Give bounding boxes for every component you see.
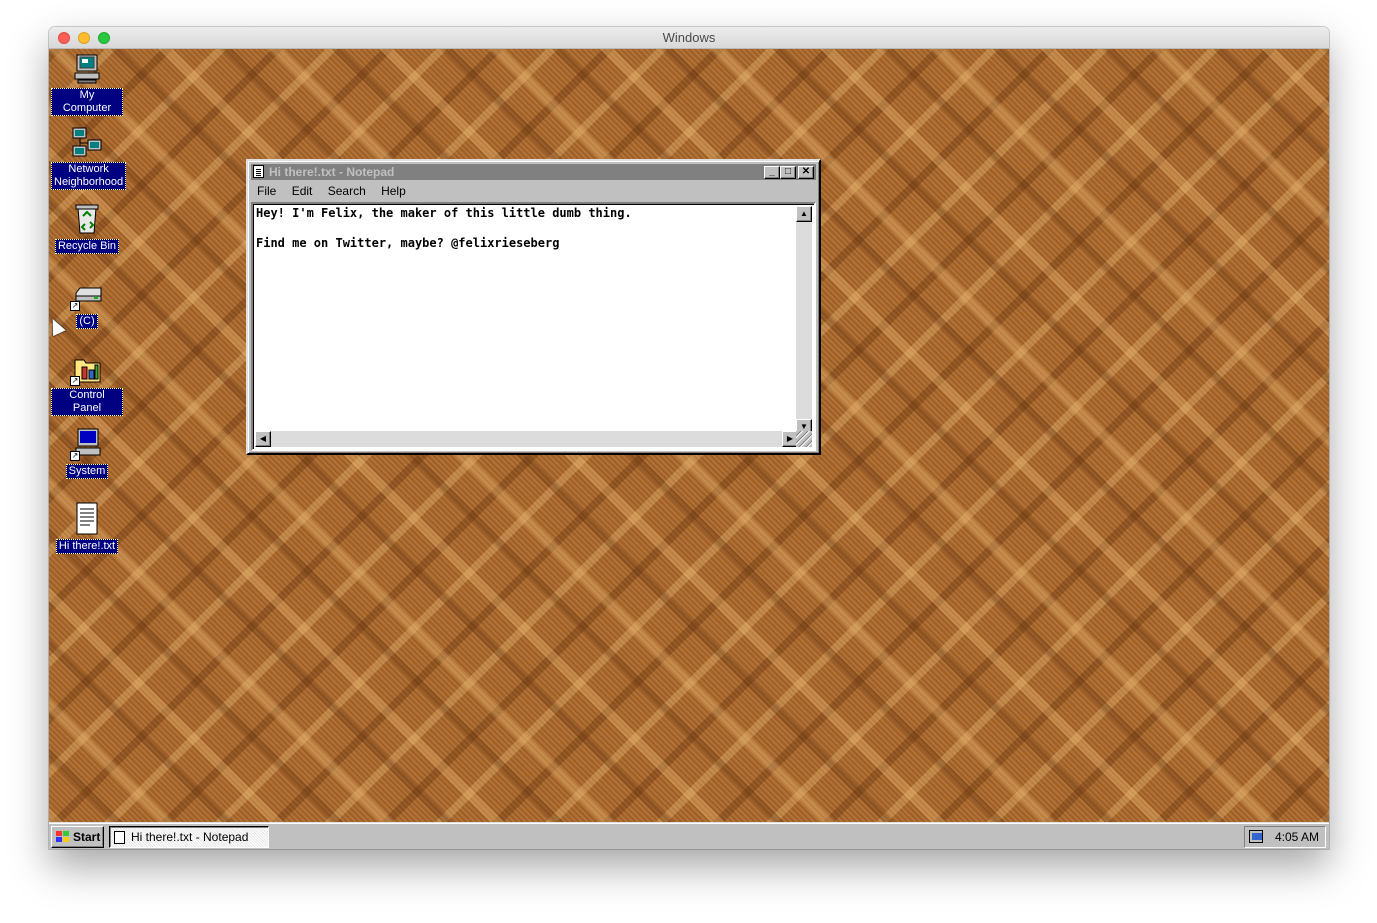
text-file-icon	[70, 502, 104, 536]
menu-help[interactable]: Help	[375, 182, 412, 200]
desktop-icon-my-computer[interactable]: My Computer	[51, 52, 123, 116]
control-panel-icon: ↗	[70, 352, 104, 386]
computer-icon	[70, 52, 104, 86]
taskbar-button-label: Hi there!.txt - Notepad	[131, 830, 249, 844]
notepad-title: Hi there!.txt - Notepad	[269, 165, 395, 179]
notepad-icon	[114, 831, 125, 844]
notepad-text-area[interactable]: Hey! I'm Felix, the maker of this little…	[251, 202, 816, 451]
notepad-content[interactable]: Hey! I'm Felix, the maker of this little…	[256, 206, 796, 251]
maximize-icon[interactable]	[98, 32, 110, 44]
start-label: Start	[73, 830, 101, 844]
minimize-button[interactable]: _	[764, 166, 780, 179]
horizontal-scrollbar[interactable]: ◀ ▶	[255, 431, 798, 447]
content-line-3: Find me on Twitter, maybe? @felixriesebe…	[256, 236, 560, 250]
taskbar: Start Hi there!.txt - Notepad 4:05 AM	[49, 822, 1329, 849]
display-settings-icon[interactable]	[1249, 830, 1263, 843]
menu-search[interactable]: Search	[322, 182, 372, 200]
menu-file[interactable]: File	[251, 182, 282, 200]
windows-logo-icon	[56, 831, 70, 843]
shortcut-arrow-icon: ↗	[70, 451, 80, 461]
start-button[interactable]: Start	[51, 826, 104, 848]
scroll-left-icon[interactable]: ◀	[255, 431, 271, 447]
close-button[interactable]: ✕	[798, 166, 814, 179]
desktop-icon-label: Hi there!.txt	[55, 539, 119, 554]
scroll-up-icon[interactable]: ▲	[796, 206, 812, 222]
desktop-icon-label-line1: Network	[68, 163, 109, 175]
desktop-icon-system[interactable]: ↗ System	[51, 427, 123, 479]
recycle-bin-icon	[70, 202, 104, 236]
clock[interactable]: 4:05 AM	[1275, 827, 1319, 847]
taskbar-button-notepad[interactable]: Hi there!.txt - Notepad	[109, 826, 269, 848]
desktop-icon-label: (C)	[76, 314, 98, 329]
content-line-1: Hey! I'm Felix, the maker of this little…	[256, 206, 632, 220]
system-icon: ↗	[70, 427, 104, 461]
shortcut-arrow-icon: ↗	[70, 376, 80, 386]
desktop-icon-control-panel[interactable]: ↗ Control Panel	[51, 352, 123, 416]
notepad-titlebar[interactable]: Hi there!.txt - Notepad _ □ ✕	[251, 164, 816, 180]
host-window: Windows My Computer Network Neighborhood…	[49, 27, 1329, 849]
minimize-icon[interactable]	[78, 32, 90, 44]
notepad-menubar: File Edit Search Help	[251, 182, 816, 200]
vertical-scrollbar[interactable]: ▲ ▼	[796, 206, 812, 435]
drive-icon: ↗	[70, 277, 104, 311]
desktop-icon-label: Control Panel	[51, 388, 123, 416]
system-tray: 4:05 AM	[1244, 826, 1326, 848]
notepad-window[interactable]: Hi there!.txt - Notepad _ □ ✕ File Edit …	[246, 159, 821, 455]
shortcut-arrow-icon: ↗	[70, 301, 80, 311]
desktop-icon-label: Network Neighborhood	[51, 162, 127, 190]
desktop-icon-recycle-bin[interactable]: Recycle Bin	[51, 202, 123, 254]
notepad-icon	[253, 165, 264, 178]
desktop-icon-label-line2: Neighborhood	[54, 176, 124, 188]
desktop-icon-network-neighborhood[interactable]: Network Neighborhood	[51, 126, 127, 190]
desktop-icon-label: My Computer	[51, 88, 123, 116]
desktop[interactable]: My Computer Network Neighborhood Recycle…	[49, 49, 1329, 822]
desktop-icon-hi-there-txt[interactable]: Hi there!.txt	[51, 502, 123, 554]
maximize-button[interactable]: □	[780, 166, 796, 179]
network-neighborhood-icon	[70, 126, 104, 160]
host-titlebar[interactable]: Windows	[49, 27, 1329, 49]
host-window-title: Windows	[662, 30, 716, 45]
close-icon[interactable]	[58, 32, 70, 44]
menu-edit[interactable]: Edit	[286, 182, 319, 200]
desktop-icon-label: System	[65, 464, 109, 479]
resize-grip-icon[interactable]	[796, 431, 812, 447]
desktop-icon-label: Recycle Bin	[54, 239, 120, 254]
